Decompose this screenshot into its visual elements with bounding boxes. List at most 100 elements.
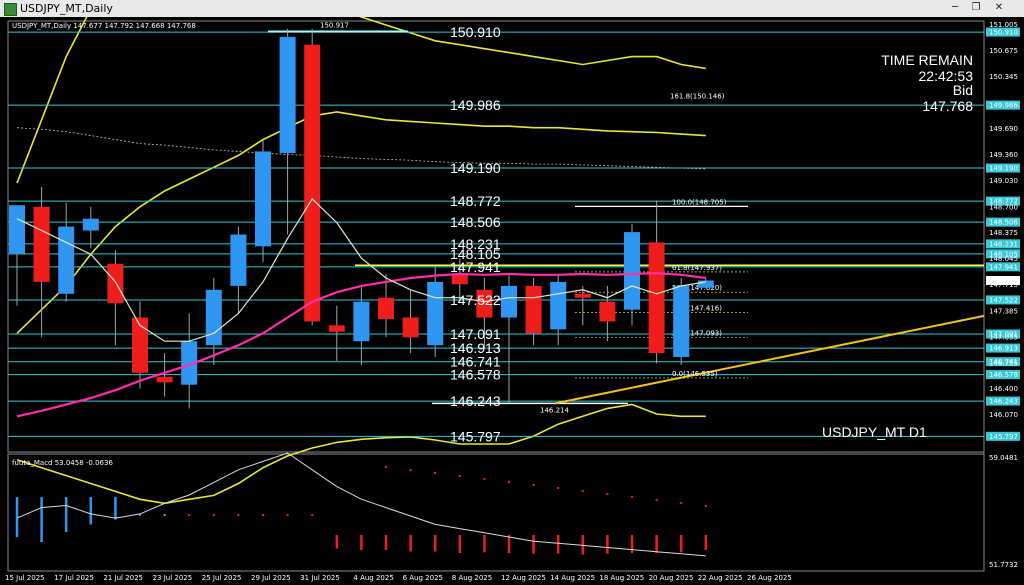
price-axis-label: 148.506 bbox=[989, 219, 1018, 227]
price-axis-label: 150.345 bbox=[989, 73, 1018, 81]
macd-histogram-dot bbox=[188, 514, 191, 516]
price-axis-label: 149.986 bbox=[989, 102, 1018, 110]
price-axis-label: 148.045 bbox=[989, 255, 1018, 263]
price-axis-label: 146.913 bbox=[989, 345, 1018, 353]
price-axis-label: 149.190 bbox=[989, 165, 1018, 173]
price-axis-label: 149.360 bbox=[989, 151, 1018, 159]
price-axis-label: 148.231 bbox=[989, 240, 1018, 248]
date-axis-label: 23 Jul 2025 bbox=[153, 574, 193, 582]
fib-level-label: 100.0(148.705) bbox=[672, 198, 727, 206]
price-axis-label: 146.578 bbox=[989, 371, 1018, 379]
macd-signal-dot bbox=[704, 505, 707, 507]
bearish-candle[interactable] bbox=[33, 206, 50, 282]
price-axis-label: 146.400 bbox=[989, 385, 1018, 393]
price-axis-label: 146.070 bbox=[989, 411, 1018, 419]
price-axis-label: 147.522 bbox=[989, 296, 1018, 304]
price-axis-label: 150.910 bbox=[989, 29, 1018, 37]
price-axis-label: 147.715 bbox=[989, 281, 1018, 289]
date-axis-label: 22 Aug 2025 bbox=[698, 574, 743, 582]
date-axis-label: 8 Aug 2025 bbox=[452, 574, 492, 582]
level-value-label: 150.910 bbox=[450, 24, 501, 40]
date-axis-label: 20 Aug 2025 bbox=[649, 574, 694, 582]
date-axis-label: 4 Aug 2025 bbox=[353, 574, 393, 582]
macd-signal-dot bbox=[434, 472, 437, 474]
bullish-candle[interactable] bbox=[9, 205, 25, 255]
bullish-candle[interactable] bbox=[427, 281, 444, 346]
bullish-candle[interactable] bbox=[624, 232, 640, 310]
price-axis-label: 147.385 bbox=[989, 307, 1018, 315]
bearish-candle[interactable] bbox=[107, 263, 124, 304]
bid-value: 147.768 bbox=[922, 98, 973, 114]
sub-axis-label: 59.0481 bbox=[989, 454, 1018, 462]
macd-indicator-label: fuuta_Macd 53.0458 -0.0636 bbox=[12, 459, 113, 467]
bearish-candle[interactable] bbox=[328, 325, 345, 332]
bullish-candle[interactable] bbox=[58, 226, 75, 294]
bullish-candle[interactable] bbox=[230, 234, 247, 286]
symbol-watermark: USDJPY_MT D1 bbox=[822, 424, 927, 440]
macd-signal-dot bbox=[557, 487, 560, 489]
bullish-candle[interactable] bbox=[673, 285, 690, 358]
date-axis-label: 12 Aug 2025 bbox=[501, 574, 546, 582]
bullish-candle[interactable] bbox=[255, 151, 271, 247]
bullish-candle[interactable] bbox=[279, 36, 296, 154]
level-value-label: 148.506 bbox=[450, 214, 501, 230]
bearish-candle[interactable] bbox=[451, 274, 468, 285]
macd-histogram-dot bbox=[286, 514, 289, 516]
price-axis-label: 146.243 bbox=[989, 398, 1018, 406]
window-title: USDJPY_MT,Daily bbox=[20, 2, 113, 15]
macd-signal-dot bbox=[532, 484, 535, 486]
macd-signal-dot bbox=[385, 466, 387, 468]
swing-low-label: 146.214 bbox=[540, 406, 569, 414]
date-axis-label: 17 Jul 2025 bbox=[54, 574, 94, 582]
date-axis-label: 26 Aug 2025 bbox=[747, 574, 792, 582]
date-axis-label: 18 Aug 2025 bbox=[599, 574, 644, 582]
macd-histogram-dot bbox=[163, 514, 166, 516]
macd-signal-dot bbox=[409, 469, 412, 471]
fib-level-label: 61.8(147.937) bbox=[672, 264, 722, 272]
price-axis-label: 150.675 bbox=[989, 47, 1018, 55]
bearish-candle[interactable] bbox=[648, 242, 665, 354]
bearish-candle[interactable] bbox=[599, 301, 616, 322]
price-axis-label: 149.690 bbox=[989, 125, 1018, 133]
bearish-candle[interactable] bbox=[525, 285, 542, 334]
fib-level-label: 161.8(150.146) bbox=[670, 92, 725, 100]
macd-signal-dot bbox=[581, 490, 584, 492]
minimize-button[interactable]: ─ bbox=[948, 2, 962, 14]
level-value-label: 147.522 bbox=[450, 292, 501, 308]
bearish-candle[interactable] bbox=[378, 297, 394, 320]
price-axis-label: 147.941 bbox=[989, 263, 1018, 271]
price-axis-label: 149.030 bbox=[989, 177, 1018, 185]
level-value-label: 149.190 bbox=[450, 160, 501, 176]
macd-histogram-dot bbox=[262, 514, 264, 516]
bearish-candle[interactable] bbox=[304, 44, 321, 322]
ohlc-header: USDJPY_MT,Daily 147.677 147.792 147.668 … bbox=[12, 22, 196, 30]
macd-signal-dot bbox=[606, 493, 609, 495]
date-axis-label: 14 Aug 2025 bbox=[550, 574, 595, 582]
bullish-candle[interactable] bbox=[501, 285, 517, 318]
date-axis-label: 31 Jul 2025 bbox=[300, 574, 340, 582]
price-axis-label: 146.725 bbox=[989, 359, 1018, 367]
close-button[interactable]: ✕ bbox=[992, 2, 1006, 14]
bullish-candle[interactable] bbox=[550, 281, 567, 330]
macd-signal-dot bbox=[508, 481, 510, 483]
date-axis-label: 6 Aug 2025 bbox=[403, 574, 443, 582]
bullish-candle[interactable] bbox=[82, 218, 99, 231]
bullish-candle[interactable] bbox=[353, 301, 370, 342]
bullish-candle[interactable] bbox=[205, 289, 222, 346]
bullish-candle[interactable] bbox=[697, 280, 714, 288]
price-axis-label: 148.700 bbox=[989, 203, 1018, 211]
level-value-label: 148.772 bbox=[450, 193, 501, 209]
price-chart[interactable]: 161.8(150.146) 100.0(148.705) 61.8(147.937… bbox=[0, 17, 1024, 585]
bid-label: Bid bbox=[953, 82, 973, 98]
bearish-candle[interactable] bbox=[574, 293, 591, 298]
date-axis-label: 21 Jul 2025 bbox=[103, 574, 143, 582]
bearish-candle[interactable] bbox=[402, 317, 419, 338]
price-axis-label: 147.055 bbox=[989, 333, 1018, 341]
level-value-label: 146.243 bbox=[450, 393, 501, 409]
bearish-candle[interactable] bbox=[156, 376, 173, 383]
restore-button[interactable]: ❐ bbox=[969, 2, 983, 14]
fib-level-label: 0.0(146.535) bbox=[672, 370, 718, 378]
date-axis-label: 25 Jul 2025 bbox=[202, 574, 242, 582]
window-title-bar: USDJPY_MT,Daily ─ ❐ ✕ bbox=[0, 0, 1024, 18]
macd-signal-dot bbox=[655, 499, 658, 501]
